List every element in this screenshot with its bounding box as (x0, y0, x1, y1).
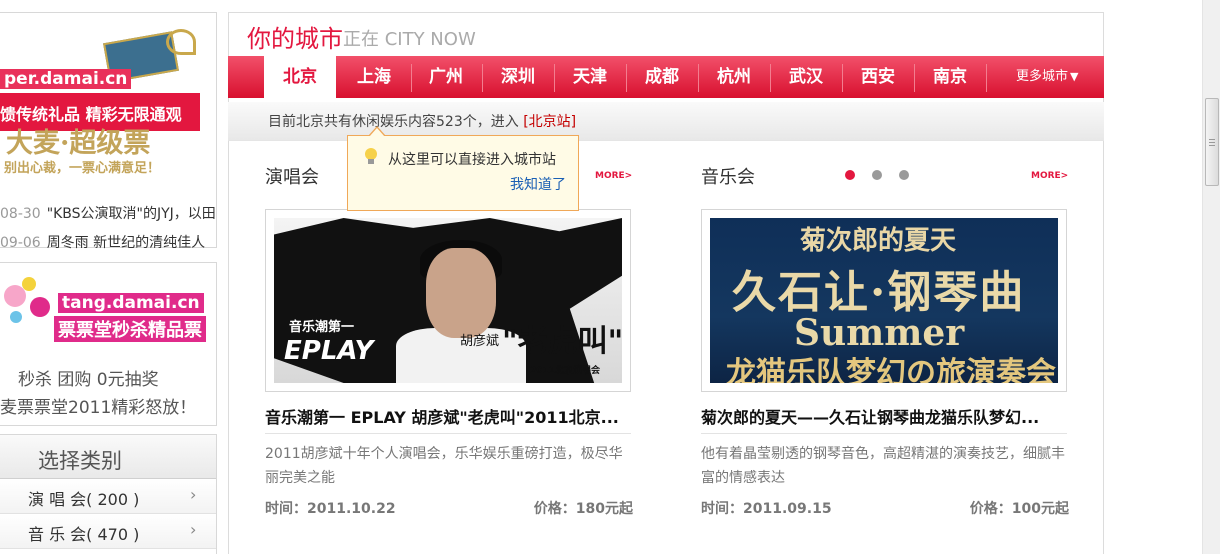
super-ticket-logo: 大麦·超级票 (6, 128, 151, 159)
carousel-dots (845, 170, 915, 182)
poster-text: 龙猫乐队梦幻の旅演奏会 (726, 356, 1056, 383)
news-text[interactable]: "KBS公演取消"的JYJ，以田 (47, 206, 216, 222)
news-date: 08-30 (0, 206, 41, 222)
divider (265, 433, 631, 434)
city-info-text: 目前北京共有休闲娱乐内容523个，进入 [北京站] (268, 111, 576, 131)
event-time: 时间：2011.10.22 (265, 501, 396, 517)
news-date: 09-06 (0, 235, 41, 251)
poster-text: "老虎叫" (502, 324, 622, 359)
event-description: 他有着晶莹剔透的钢琴音色，高超精湛的演奏技艺，细腻丰富的情感表达 (701, 446, 1065, 486)
chevron-right-icon: › (190, 485, 197, 504)
poster-text: EPLAY (284, 336, 374, 366)
city-station-link[interactable]: [北京站] (523, 114, 576, 130)
lightbulb-icon (364, 148, 378, 166)
city-tab-tianjin[interactable]: 天津 (554, 56, 626, 98)
event-title[interactable]: 菊次郎的夏天——久石让钢琴曲龙猫乐队梦幻... (701, 404, 1067, 428)
event-description: 2011胡彦斌十年个人演唱会，乐华娱乐重磅打造，极尽华丽完美之能 (265, 446, 623, 486)
divider (701, 433, 1067, 434)
more-cities-button[interactable]: 更多城市 ▼ (1016, 56, 1078, 98)
poster-text: 久石让·钢琴曲 (732, 267, 1026, 318)
city-station-tooltip: 从这里可以直接进入城市站 我知道了 (347, 126, 579, 211)
promo-title: 票票堂秒杀精品票 (54, 316, 206, 342)
event-price: 价格：100元起 (969, 501, 1069, 517)
super-ticket-banner[interactable]: per.damai.cn 馈传统礼品 精彩无限通观 (0, 27, 216, 131)
city-tab-nanjing[interactable]: 南京 (914, 56, 986, 98)
scrollbar-grip (1209, 145, 1215, 146)
super-ticket-promo[interactable]: per.damai.cn 馈传统礼品 精彩无限通观 大麦·超级票 别出心裁，一票… (0, 12, 217, 251)
poster-text: 胡彦斌 (460, 334, 500, 349)
chevron-right-icon: › (190, 520, 197, 539)
piaopiaotang-promo[interactable]: tang.damai.cn 票票堂秒杀精品票 秒杀 团购 0元抽奖 麦票票堂20… (0, 262, 217, 426)
city-subtitle: 正在 CITY NOW (343, 29, 476, 50)
tooltip-text: 从这里可以直接进入城市站 (388, 152, 556, 168)
city-tab-hangzhou[interactable]: 杭州 (698, 56, 770, 98)
left-sidebar: per.damai.cn 馈传统礼品 精彩无限通观 大麦·超级票 别出心裁，一票… (0, 0, 220, 554)
city-tab-shenzhen[interactable]: 深圳 (482, 56, 554, 98)
news-text[interactable]: 周冬雨 新世纪的清纯佳人 (47, 235, 205, 251)
carousel-dot[interactable] (899, 170, 909, 180)
city-tab-beijing[interactable]: 北京 (264, 56, 336, 102)
poster-figure-face (426, 248, 496, 338)
city-tab-guangzhou[interactable]: 广州 (410, 56, 482, 98)
music-section: 音乐会 MORE> 菊次郎的夏天 久石让·钢琴曲 Summer 龙猫乐队梦幻の旅… (701, 141, 1069, 554)
promo-line[interactable]: 秒杀 团购 0元抽奖 (18, 365, 159, 390)
confetti-graphic (0, 273, 60, 333)
page: per.damai.cn 馈传统礼品 精彩无限通观 大麦·超级票 别出心裁，一票… (0, 0, 1220, 554)
poster-text: 音乐潮第一 (286, 316, 358, 335)
promo-url: tang.damai.cn (58, 293, 204, 313)
city-tab-chengdu[interactable]: 成都 (626, 56, 698, 98)
city-tab-wuhan[interactable]: 武汉 (770, 56, 842, 98)
poster-image: 音乐潮第一 EPLAY 胡彦斌 "老虎叫" 2011北京演唱会 (274, 218, 622, 383)
city-panel: 你的城市 正在 CITY NOW 北京 上海 广州 深圳 天津 成都 杭州 武汉… (228, 12, 1104, 554)
category-title: 选择类别 (38, 449, 122, 473)
carousel-dot[interactable] (845, 170, 855, 180)
poster-image: 菊次郎的夏天 久石让·钢琴曲 Summer 龙猫乐队梦幻の旅演奏会 (710, 218, 1058, 383)
scrollbar-thumb[interactable] (1205, 98, 1219, 186)
category-box: 选择类别 演 唱 会( 200 ) › 音 乐 会( 470 ) › (0, 434, 217, 554)
nav-divider (986, 64, 987, 92)
more-link[interactable]: MORE> (595, 171, 632, 181)
tooltip-dismiss-link[interactable]: 我知道了 (510, 174, 566, 194)
section-title: 演唱会 (265, 167, 319, 188)
category-header: 选择类别 (0, 435, 216, 479)
event-time: 时间：2011.09.15 (701, 501, 832, 517)
event-poster[interactable]: 音乐潮第一 EPLAY 胡彦斌 "老虎叫" 2011北京演唱会 (265, 209, 631, 392)
promo-url: per.damai.cn (0, 69, 132, 89)
event-price: 价格：180元起 (533, 501, 633, 517)
chevron-down-icon: ▼ (1070, 70, 1079, 83)
super-ticket-slogan: 别出心裁，一票心满意足！ (4, 161, 161, 176)
city-tab-shanghai[interactable]: 上海 (338, 56, 410, 98)
category-item-concert[interactable]: 演 唱 会( 200 ) › (0, 479, 216, 514)
event-title[interactable]: 音乐潮第一 EPLAY 胡彦斌"老虎叫"2011北京... (265, 404, 631, 428)
news-item[interactable]: 09-06 周冬雨 新世纪的清纯佳人 (0, 232, 205, 252)
city-tab-xian[interactable]: 西安 (842, 56, 914, 98)
carousel-dot[interactable] (872, 170, 882, 180)
page-scrollbar[interactable] (1202, 0, 1220, 554)
gift-bow-graphic (166, 29, 196, 55)
scrollbar-grip (1209, 139, 1215, 140)
category-label: 演 唱 会( 200 ) (28, 490, 140, 509)
scrollbar-grip (1209, 142, 1215, 143)
poster-text: 菊次郎的夏天 (800, 226, 957, 256)
city-nav: 北京 上海 广州 深圳 天津 成都 杭州 武汉 西安 南京 更多城市 ▼ (228, 56, 1104, 102)
news-item[interactable]: 08-30 "KBS公演取消"的JYJ，以田 (0, 203, 216, 223)
city-info-count: 目前北京共有休闲娱乐内容523个，进入 (268, 114, 519, 130)
promo-line[interactable]: 麦票票堂2011精彩怒放！ (0, 393, 196, 418)
poster-text: 2011北京演唱会 (530, 366, 601, 376)
more-link[interactable]: MORE> (1031, 171, 1068, 181)
category-item-music[interactable]: 音 乐 会( 470 ) › (0, 514, 216, 549)
category-label: 音 乐 会( 470 ) (28, 525, 140, 544)
more-cities-label: 更多城市 (1016, 69, 1069, 84)
event-poster[interactable]: 菊次郎的夏天 久石让·钢琴曲 Summer 龙猫乐队梦幻の旅演奏会 (701, 209, 1067, 392)
city-title: 你的城市 (247, 25, 343, 53)
section-title: 音乐会 (701, 167, 755, 188)
